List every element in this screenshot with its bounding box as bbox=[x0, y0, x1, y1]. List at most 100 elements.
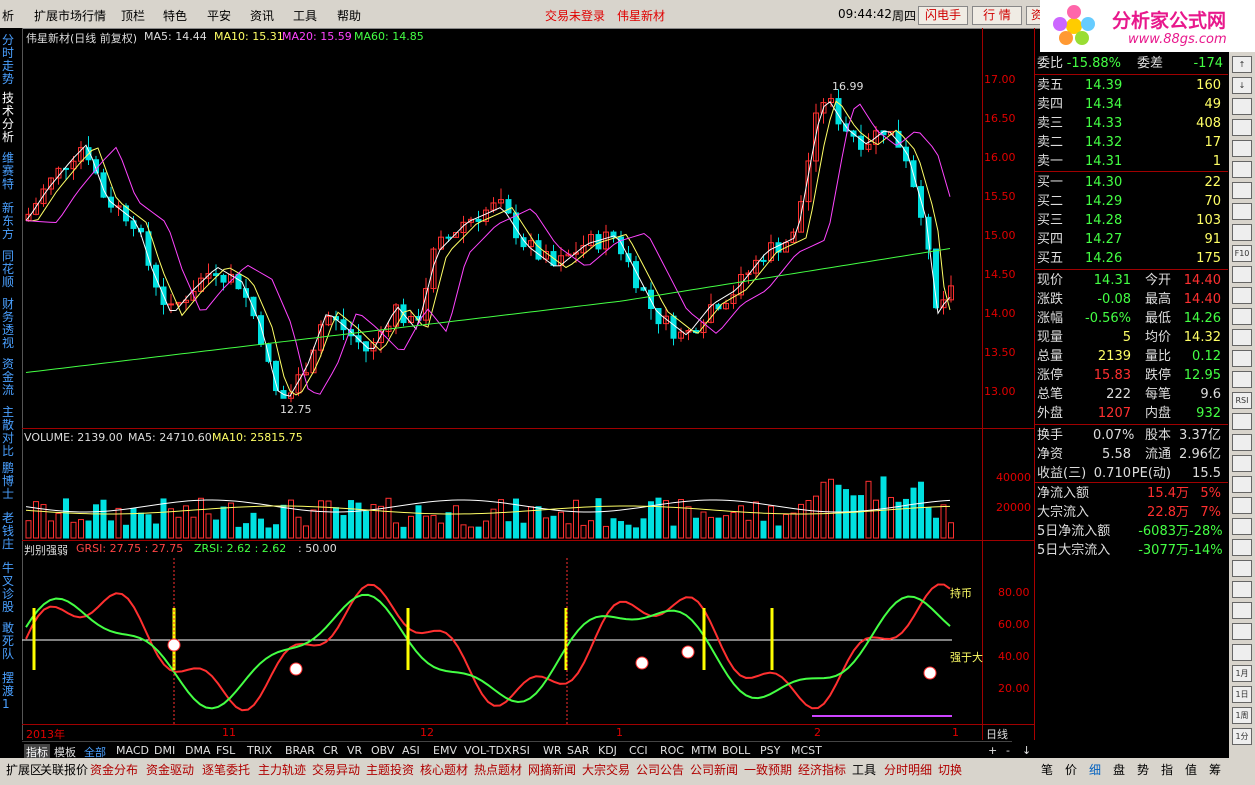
tool-button-26[interactable] bbox=[1232, 602, 1252, 619]
tool-button-17[interactable] bbox=[1232, 413, 1252, 430]
indicator-item-sar[interactable]: SAR bbox=[567, 744, 589, 757]
indicator-item-kdj[interactable]: KDJ bbox=[598, 744, 617, 757]
bottom-tab-0[interactable]: 扩展区 bbox=[6, 761, 42, 778]
tool-button-11[interactable] bbox=[1232, 287, 1252, 304]
scroll-down-button[interactable]: ↓ bbox=[1022, 744, 1031, 757]
tool-button-3[interactable] bbox=[1232, 119, 1252, 136]
tool-button-15[interactable] bbox=[1232, 371, 1252, 388]
tool-button-23[interactable] bbox=[1232, 539, 1252, 556]
zoom-in-button[interactable]: + bbox=[988, 744, 997, 757]
bottom-tab-16[interactable]: 工具 bbox=[852, 761, 876, 778]
menu-item-extended-market[interactable]: 扩展市场行情 bbox=[34, 7, 106, 24]
tool-button-9[interactable]: F10 bbox=[1232, 245, 1252, 262]
tool-button-1[interactable]: ↓ bbox=[1232, 77, 1252, 94]
bottom-tab-1[interactable]: 关联报价 bbox=[40, 761, 88, 778]
tab-laoqianzhuang[interactable]: 老钱庄 bbox=[2, 512, 20, 551]
tab-main-retail[interactable]: 主散对比 bbox=[2, 406, 20, 458]
indicator-item-wr[interactable]: WR bbox=[543, 744, 562, 757]
tool-button-20[interactable] bbox=[1232, 476, 1252, 493]
indicator-item-mtm[interactable]: MTM bbox=[691, 744, 717, 757]
indicator-item-boll[interactable]: BOLL bbox=[722, 744, 750, 757]
chart-area[interactable]: 伟星新材(日线 前复权) MA5: 14.44 MA10: 15.31 MA20… bbox=[22, 28, 1035, 742]
tab-tonghuashun[interactable]: 同花顺 bbox=[2, 250, 20, 289]
tool-button-22[interactable] bbox=[1232, 518, 1252, 535]
bottom-tab-13[interactable]: 公司新闻 bbox=[690, 761, 738, 778]
menu-item-pingan[interactable]: 平安 bbox=[207, 7, 231, 24]
menu-item-tools[interactable]: 工具 bbox=[293, 7, 317, 24]
tool-button-25[interactable] bbox=[1232, 581, 1252, 598]
tab-weisaite[interactable]: 维赛特 bbox=[2, 152, 20, 191]
indicator-item-dma[interactable]: DMA bbox=[185, 744, 211, 757]
quote-tab-2[interactable]: 细 bbox=[1089, 761, 1101, 778]
tool-button-6[interactable] bbox=[1232, 182, 1252, 199]
indicator-item-asi[interactable]: ASI bbox=[402, 744, 420, 757]
quote-tab-4[interactable]: 势 bbox=[1137, 761, 1149, 778]
indicator-item-dmi[interactable]: DMI bbox=[154, 744, 175, 757]
indicator-item-vol-tdx[interactable]: VOL-TDX bbox=[464, 744, 512, 757]
bottom-tab-6[interactable]: 交易异动 bbox=[312, 761, 360, 778]
indicator-item-psy[interactable]: PSY bbox=[760, 744, 780, 757]
tool-button-18[interactable] bbox=[1232, 434, 1252, 451]
tool-button-30[interactable]: 1日 bbox=[1232, 686, 1252, 703]
menu-item-news[interactable]: 资讯 bbox=[250, 7, 274, 24]
tab-baidu[interactable]: 摆渡1 bbox=[2, 672, 20, 711]
bottom-tab-5[interactable]: 主力轨迹 bbox=[258, 761, 306, 778]
flash-trade-button[interactable]: 闪电手 bbox=[918, 6, 968, 25]
quote-tab-7[interactable]: 筹 bbox=[1209, 761, 1221, 778]
tab-technical[interactable]: 技术分析 bbox=[2, 92, 20, 144]
indicator-item-fsl[interactable]: FSL bbox=[216, 744, 235, 757]
quote-button[interactable]: 行 情 bbox=[972, 6, 1022, 25]
chart-canvas[interactable] bbox=[22, 28, 1034, 740]
quote-tab-1[interactable]: 价 bbox=[1065, 761, 1077, 778]
tool-button-28[interactable] bbox=[1232, 644, 1252, 661]
tool-button-32[interactable]: 1分 bbox=[1232, 728, 1252, 745]
indicator-item-cci[interactable]: CCI bbox=[629, 744, 648, 757]
menu-item-analysis[interactable]: 析 bbox=[2, 7, 14, 24]
quote-tab-6[interactable]: 值 bbox=[1185, 761, 1197, 778]
bottom-tab-14[interactable]: 一致预期 bbox=[744, 761, 792, 778]
bottom-tab-8[interactable]: 核心题材 bbox=[420, 761, 468, 778]
tool-button-21[interactable] bbox=[1232, 497, 1252, 514]
quote-tab-5[interactable]: 指 bbox=[1161, 761, 1173, 778]
zoom-out-button[interactable]: - bbox=[1006, 744, 1010, 757]
tool-button-0[interactable]: ↑ bbox=[1232, 56, 1252, 73]
bottom-tab-12[interactable]: 公司公告 bbox=[636, 761, 684, 778]
menu-item-topbar[interactable]: 顶栏 bbox=[121, 7, 145, 24]
indicator-item-brar[interactable]: BRAR bbox=[285, 744, 315, 757]
bottom-tab-2[interactable]: 资金分布 bbox=[90, 761, 138, 778]
tab-finance[interactable]: 财务透视 bbox=[2, 298, 20, 350]
tool-button-13[interactable] bbox=[1232, 329, 1252, 346]
tool-button-29[interactable]: 1月 bbox=[1232, 665, 1252, 682]
tab-niucha[interactable]: 牛叉诊股 bbox=[2, 562, 20, 614]
tool-button-7[interactable] bbox=[1232, 203, 1252, 220]
tab-intraday[interactable]: 分时走势 bbox=[2, 34, 20, 86]
quote-tab-3[interactable]: 盘 bbox=[1113, 761, 1125, 778]
tab-pengboshi[interactable]: 鹏博士 bbox=[2, 462, 20, 501]
tab-xindongfang[interactable]: 新东方 bbox=[2, 202, 20, 241]
tool-button-16[interactable]: RSI bbox=[1232, 392, 1252, 409]
tool-button-4[interactable] bbox=[1232, 140, 1252, 157]
bottom-tab-9[interactable]: 热点题材 bbox=[474, 761, 522, 778]
quote-tab-0[interactable]: 笔 bbox=[1041, 761, 1053, 778]
indicator-item-roc[interactable]: ROC bbox=[660, 744, 684, 757]
tool-button-19[interactable] bbox=[1232, 455, 1252, 472]
indicator-item-cr[interactable]: CR bbox=[323, 744, 338, 757]
tab-capital-flow[interactable]: 资金流 bbox=[2, 358, 20, 397]
indicator-item-obv[interactable]: OBV bbox=[371, 744, 394, 757]
tool-button-14[interactable] bbox=[1232, 350, 1252, 367]
tool-button-2[interactable] bbox=[1232, 98, 1252, 115]
period-label[interactable]: 日线 bbox=[986, 726, 1008, 742]
menu-item-help[interactable]: 帮助 bbox=[337, 7, 361, 24]
indicator-item-emv[interactable]: EMV bbox=[433, 744, 457, 757]
indicator-item-vr[interactable]: VR bbox=[347, 744, 362, 757]
bottom-tab-15[interactable]: 经济指标 bbox=[798, 761, 846, 778]
indicator-item-macd[interactable]: MACD bbox=[116, 744, 149, 757]
tool-button-8[interactable] bbox=[1232, 224, 1252, 241]
bottom-tab-10[interactable]: 网摘新闻 bbox=[528, 761, 576, 778]
tool-button-31[interactable]: 1周 bbox=[1232, 707, 1252, 724]
bottom-tab-3[interactable]: 资金驱动 bbox=[146, 761, 194, 778]
menu-item-special[interactable]: 特色 bbox=[163, 7, 187, 24]
tool-button-27[interactable] bbox=[1232, 623, 1252, 640]
bottom-tab-17[interactable]: 分时明细 bbox=[884, 761, 932, 778]
tool-button-5[interactable] bbox=[1232, 161, 1252, 178]
